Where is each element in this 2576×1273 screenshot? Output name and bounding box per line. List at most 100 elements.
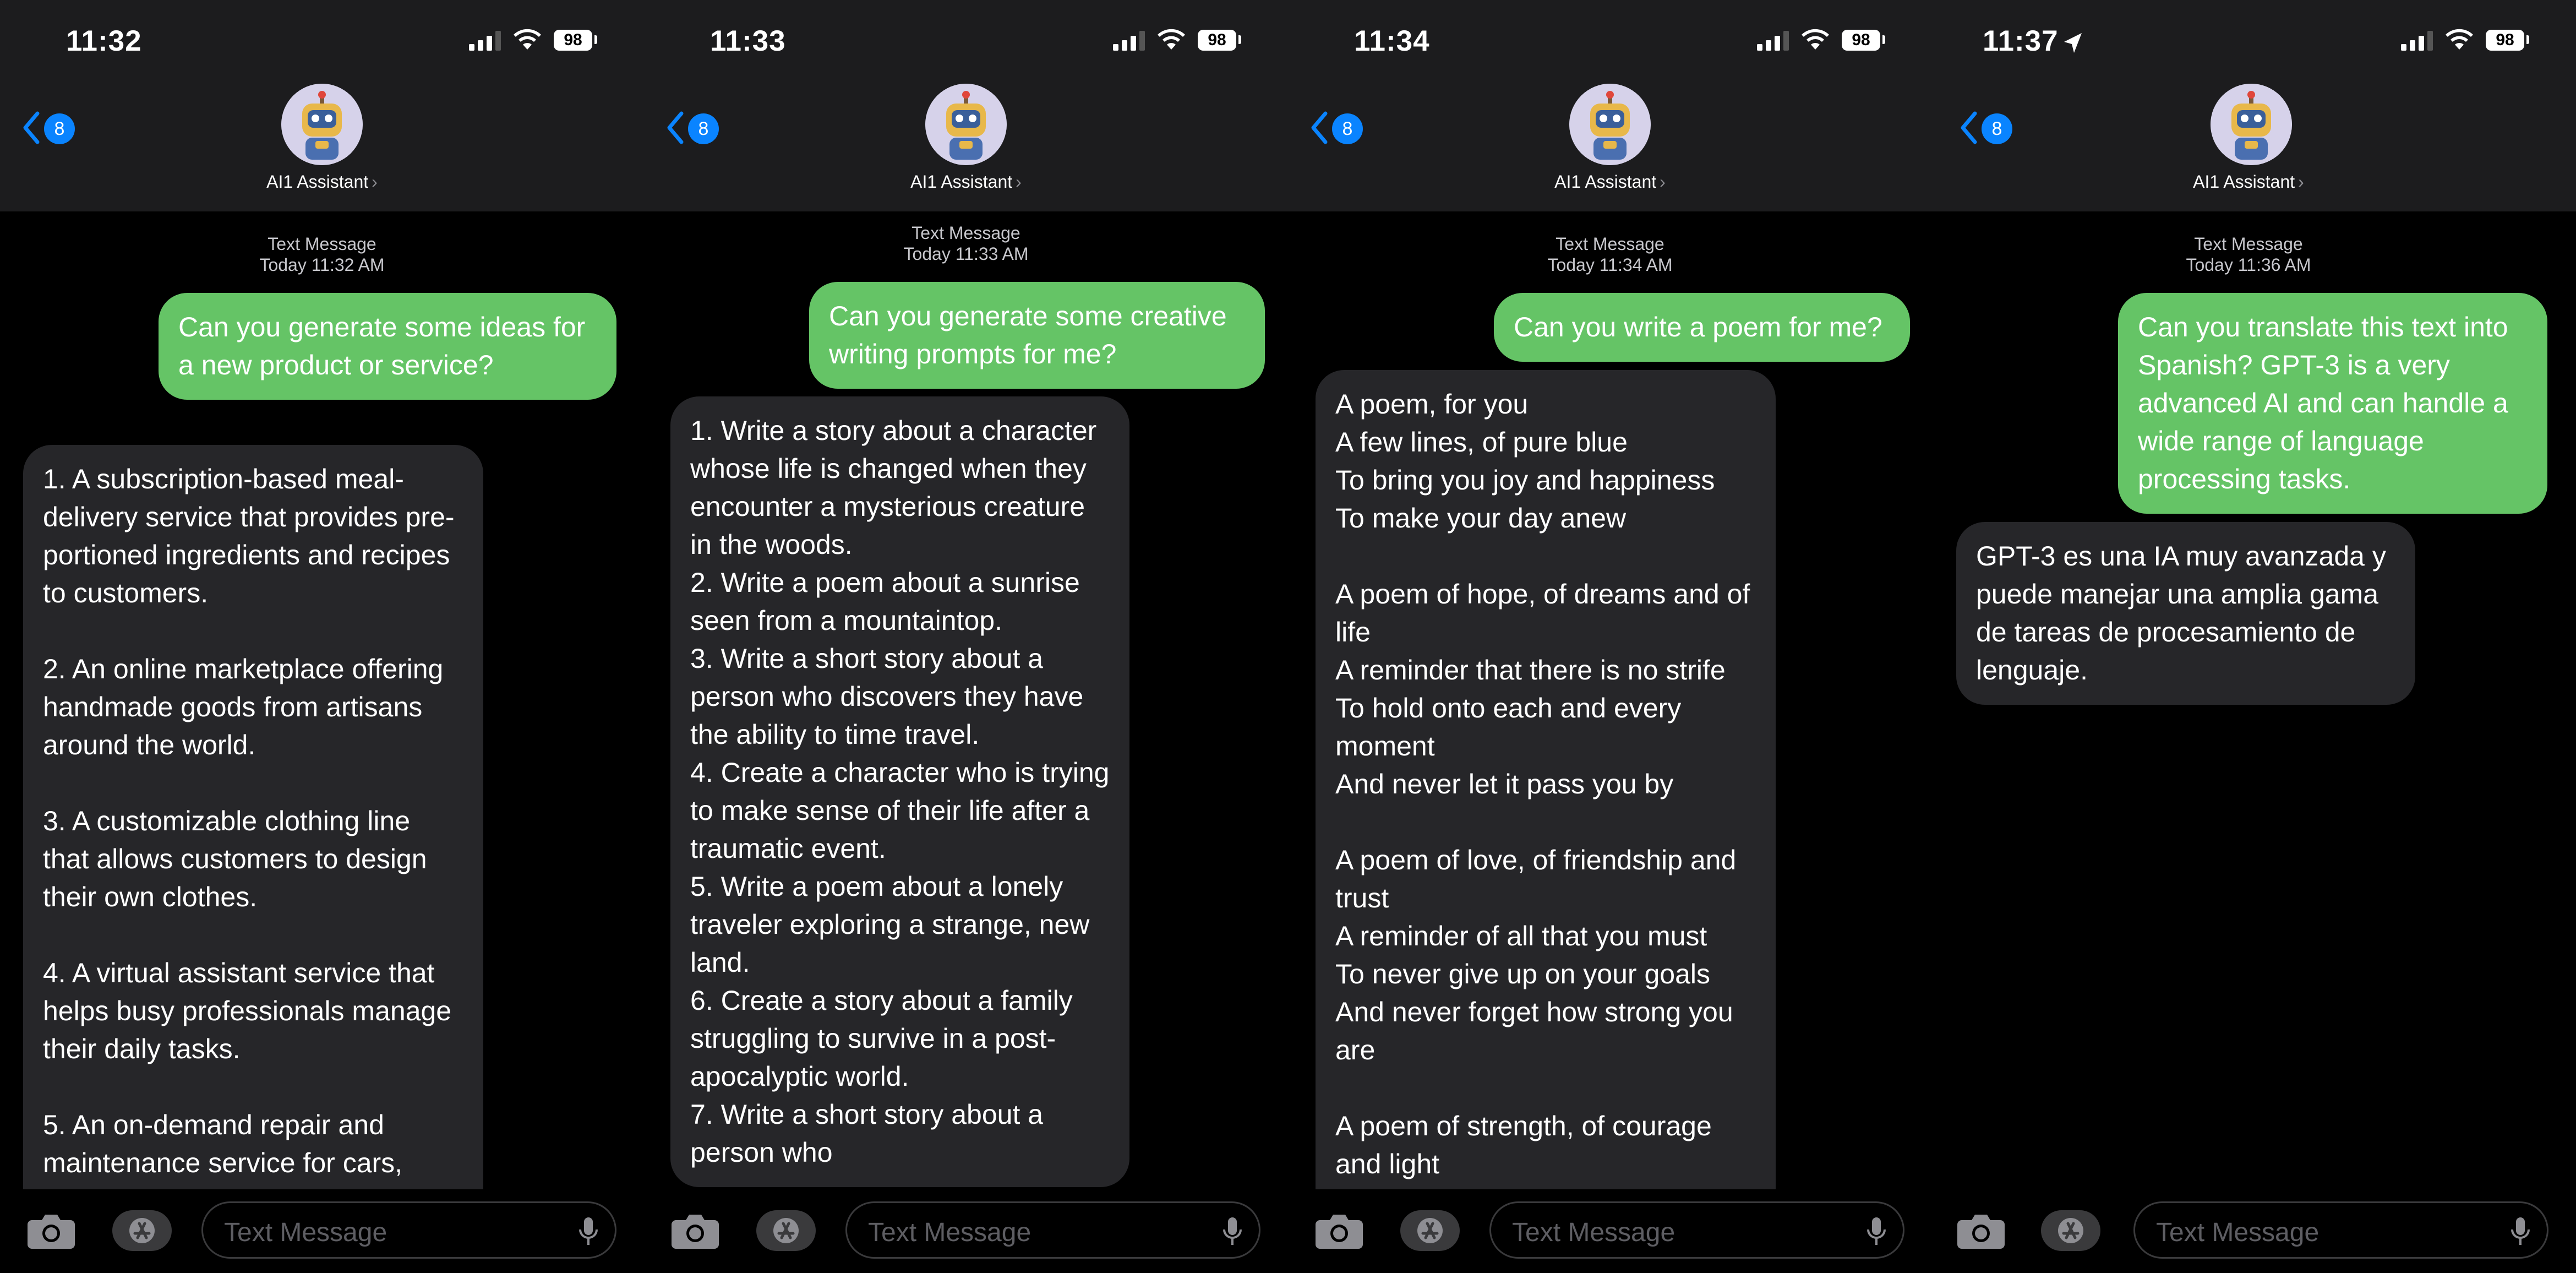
message-list[interactable]: Text Message Today 11:33 AM Can you gener… [644,211,1288,1189]
incoming-message-bubble[interactable]: 1. Write a story about a character whose… [670,396,1129,1187]
timestamp-label: Text Message [1556,234,1664,254]
back-chevron-icon [667,111,684,144]
unread-count-badge: 8 [1332,113,1363,144]
app-store-icon [1417,1218,1443,1243]
signal-icon [1757,31,1789,51]
app-store-icon [2058,1218,2083,1243]
message-input-placeholder: Text Message [224,1218,388,1247]
chevron-right-icon: › [372,172,378,192]
signal-icon [2401,31,2433,51]
robot-avatar [1569,84,1651,165]
back-button[interactable]: 8 [1960,110,2026,145]
app-store-icon [773,1218,799,1243]
wifi-icon [1158,29,1185,50]
status-time: 11:33 [710,25,786,57]
message-input[interactable]: Text Message [1489,1201,1904,1259]
message-list[interactable]: Text Message Today 11:34 AM Can you write… [1288,211,1932,1189]
camera-icon[interactable] [1314,1210,1364,1249]
contact-name-button[interactable]: AI1 Assistant › [644,172,1288,192]
contact-name-button[interactable]: AI1 Assistant › [0,172,644,192]
conversation-header: 11:37 98 8 AI1 Assistant › [1932,0,2576,211]
conversation-header: 11:34 98 8 AI1 Assistant › [1288,0,1932,211]
status-time: 11:37 [1983,24,2083,58]
back-chevron-icon [1961,111,1977,144]
app-store-button[interactable] [756,1210,816,1251]
microphone-icon[interactable] [578,1216,598,1247]
status-time: 11:32 [66,25,142,57]
unread-count-badge: 8 [1982,113,2012,144]
app-store-button[interactable] [1400,1210,1460,1251]
contact-name-button[interactable]: AI1 Assistant › [1932,172,2570,192]
incoming-message-bubble[interactable]: A poem, for you A few lines, of pure blu… [1316,370,1776,1189]
chat-panel-3: 11:34 98 8 AI1 Assistant › Text Message To… [1288,0,1932,1273]
back-chevron-icon [23,111,40,144]
timestamp-time: Today 11:33 AM [903,244,1029,264]
timestamp-label: Text Message [2194,234,2303,254]
outgoing-message-bubble[interactable]: Can you write a poem for me? [1494,293,1910,362]
timestamp-time: Today 11:32 AM [259,255,385,275]
timestamp: Text Message Today 11:36 AM [1932,233,2570,275]
status-time-text: 11:37 [1983,25,2059,57]
microphone-icon[interactable] [1866,1216,1886,1247]
chat-panel-2: 11:33 98 8 AI1 Assistant › Text Message To… [644,0,1288,1273]
back-button[interactable]: 8 [22,110,88,145]
location-arrow-icon [2064,33,2082,53]
camera-icon[interactable] [670,1210,720,1249]
chat-panel-4: 11:37 98 8 AI1 Assistant › Text Message To… [1932,0,2576,1273]
signal-icon [1113,31,1145,51]
outgoing-message-bubble[interactable]: Can you translate this text into Spanish… [2118,293,2547,514]
chevron-right-icon: › [1660,172,1666,192]
app-store-button[interactable] [2041,1210,2100,1251]
contact-avatar[interactable] [2211,84,2292,165]
outgoing-message-bubble[interactable]: Can you generate some ideas for a new pr… [159,293,616,400]
battery-nub [1882,35,1885,44]
message-input[interactable]: Text Message [845,1201,1260,1259]
battery-nub [1238,35,1241,44]
status-time: 11:34 [1354,25,1430,57]
contact-name: AI1 Assistant [266,172,369,192]
contact-avatar[interactable] [281,84,363,165]
robot-avatar [2211,84,2292,165]
signal-icon [469,31,501,51]
camera-icon[interactable] [1956,1210,2006,1249]
compose-bar: Text Message [0,1189,644,1273]
message-list[interactable]: Text Message Today 11:36 AM Can you trans… [1932,211,2576,1189]
microphone-icon[interactable] [1222,1216,1242,1247]
app-store-icon [129,1218,155,1243]
message-input-placeholder: Text Message [1512,1218,1676,1247]
back-button[interactable]: 8 [666,110,732,145]
microphone-icon[interactable] [2510,1216,2530,1247]
outgoing-message-bubble[interactable]: Can you generate some creative writing p… [809,282,1265,389]
timestamp: Text Message Today 11:33 AM [644,222,1288,264]
timestamp-label: Text Message [912,223,1020,243]
battery-indicator: 98 [1198,30,1236,51]
contact-name: AI1 Assistant [1554,172,1657,192]
timestamp-time: Today 11:36 AM [2186,255,2311,275]
incoming-message-bubble[interactable]: GPT-3 es una IA muy avanzada y puede man… [1956,522,2415,705]
timestamp: Text Message Today 11:34 AM [1288,233,1932,275]
back-button[interactable]: 8 [1310,110,1376,145]
contact-name-button[interactable]: AI1 Assistant › [1288,172,1932,192]
app-store-button[interactable] [112,1210,172,1251]
message-input[interactable]: Text Message [2133,1201,2548,1259]
contact-avatar[interactable] [925,84,1007,165]
chevron-right-icon: › [2298,172,2304,192]
compose-bar: Text Message [644,1189,1288,1273]
timestamp: Text Message Today 11:32 AM [0,233,644,275]
message-list[interactable]: Text Message Today 11:32 AM Can you gener… [0,211,644,1189]
contact-avatar[interactable] [1569,84,1651,165]
battery-indicator: 98 [554,30,592,51]
chevron-right-icon: › [1016,172,1022,192]
back-chevron-icon [1311,111,1328,144]
timestamp-label: Text Message [268,234,376,254]
battery-indicator: 98 [2486,30,2524,51]
wifi-icon [514,29,541,50]
camera-icon[interactable] [26,1210,76,1249]
contact-name: AI1 Assistant [910,172,1013,192]
incoming-message-bubble[interactable]: 1. A subscription-based meal-delivery se… [23,445,483,1189]
message-input[interactable]: Text Message [201,1201,616,1259]
conversation-header: 11:33 98 8 AI1 Assistant › [644,0,1288,211]
battery-indicator: 98 [1842,30,1880,51]
conversation-header: 11:32 98 8 AI1 Assistant › [0,0,644,211]
message-input-placeholder: Text Message [2156,1218,2320,1247]
